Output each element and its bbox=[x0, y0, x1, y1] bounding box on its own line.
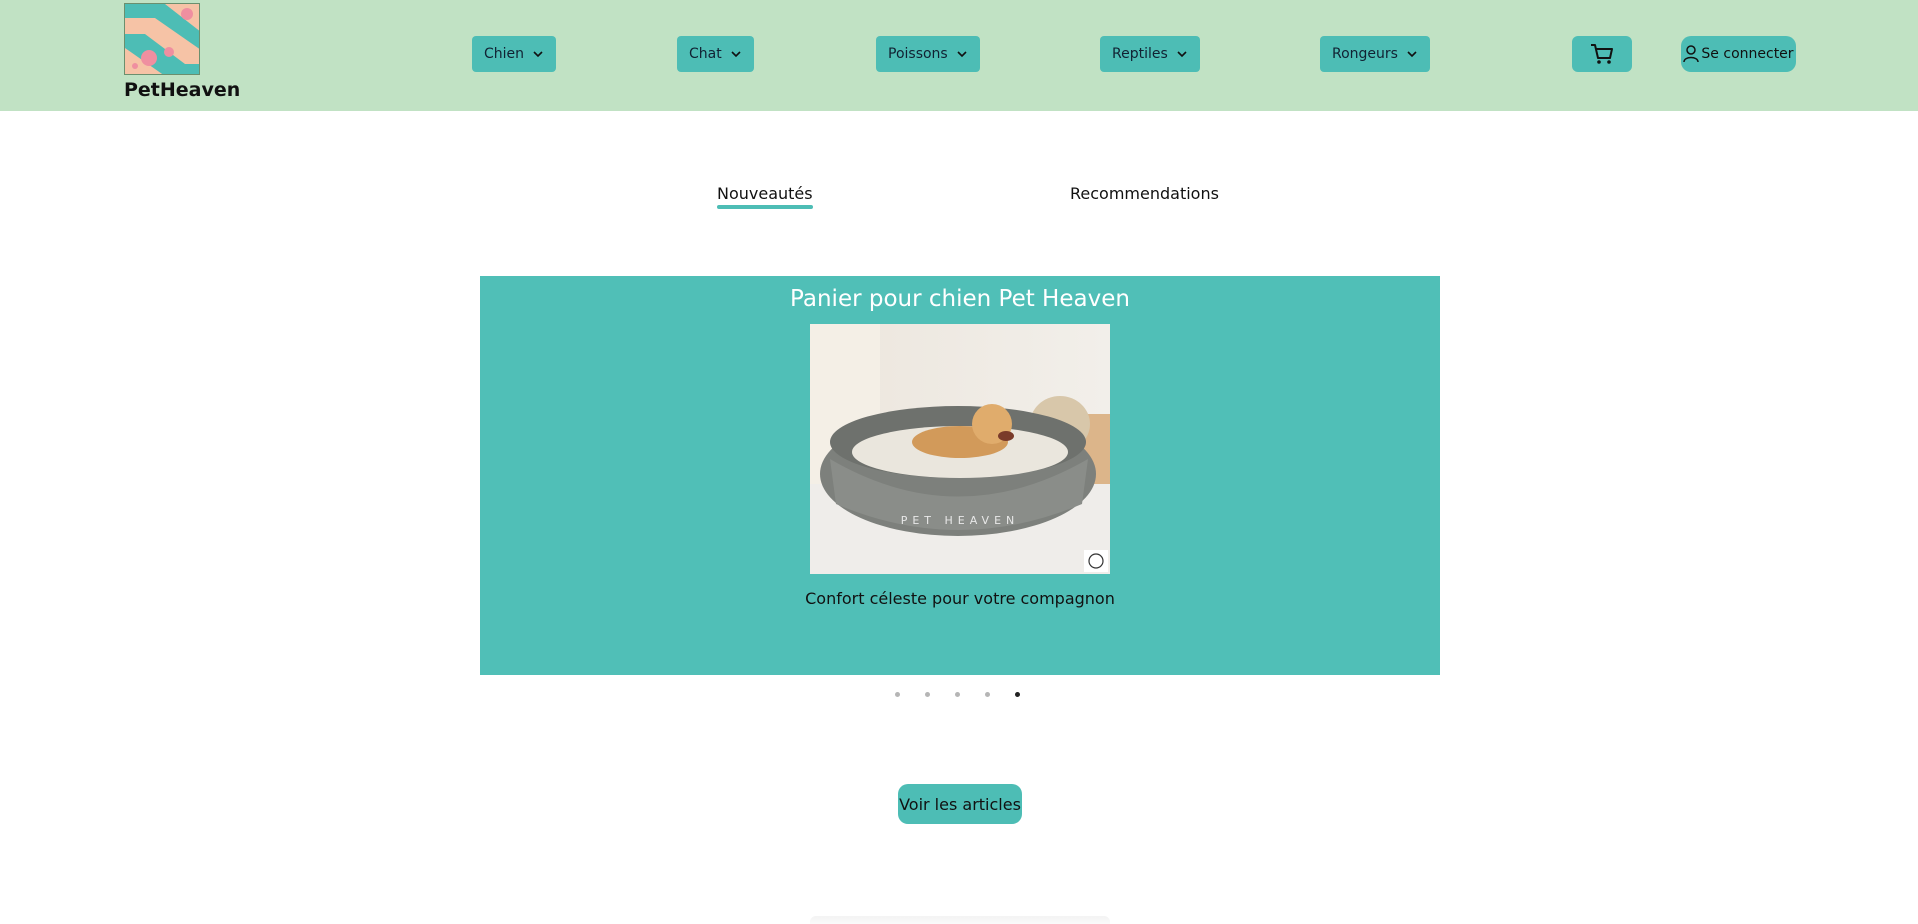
login-button[interactable]: Se connecter bbox=[1681, 36, 1796, 72]
logo-link[interactable]: PetHeaven bbox=[124, 3, 241, 101]
nav-label: Chat bbox=[689, 46, 722, 62]
tab-nouveautes[interactable]: Nouveautés bbox=[717, 184, 813, 209]
nav-label: Chien bbox=[484, 46, 525, 62]
active-tab-indicator bbox=[717, 205, 813, 209]
chevron-down-icon bbox=[731, 51, 741, 58]
next-section-edge bbox=[810, 916, 1110, 924]
nav-chien-dropdown[interactable]: Chien bbox=[472, 36, 557, 72]
brand-name: PetHeaven bbox=[124, 79, 241, 101]
nav-label: Rongeurs bbox=[1332, 46, 1398, 62]
logo-image bbox=[124, 3, 200, 75]
site-header: PetHeaven Chien Chat Poissons Reptiles R… bbox=[0, 0, 1918, 111]
chevron-down-icon bbox=[533, 51, 543, 58]
view-articles-button[interactable]: Voir les articles bbox=[898, 784, 1022, 824]
carousel-dot[interactable] bbox=[985, 692, 990, 697]
cart-icon bbox=[1591, 44, 1613, 64]
slide-caption: Confort céleste pour votre compagnon bbox=[805, 589, 1115, 608]
carousel-dot-active[interactable] bbox=[1015, 692, 1020, 697]
carousel-dot[interactable] bbox=[895, 692, 900, 697]
nav-rongeurs-dropdown[interactable]: Rongeurs bbox=[1320, 36, 1430, 72]
nav-chat-dropdown[interactable]: Chat bbox=[677, 36, 754, 72]
chevron-down-icon bbox=[1177, 51, 1187, 58]
nav-label: Reptiles bbox=[1112, 46, 1168, 62]
chevron-down-icon bbox=[1407, 51, 1417, 58]
carousel-indicators bbox=[895, 692, 1020, 697]
tab-label: Nouveautés bbox=[717, 184, 813, 203]
carousel-dot[interactable] bbox=[925, 692, 930, 697]
nav-poissons-dropdown[interactable]: Poissons bbox=[876, 36, 980, 72]
cart-button[interactable] bbox=[1572, 36, 1632, 72]
nav-label: Poissons bbox=[888, 46, 948, 62]
chevron-down-icon bbox=[957, 51, 967, 58]
tab-label: Recommendations bbox=[1070, 184, 1219, 203]
bed-print-text: PET HEAVEN bbox=[901, 514, 1020, 527]
tab-recommendations[interactable]: Recommendations bbox=[1070, 184, 1219, 203]
product-image[interactable]: PET HEAVEN bbox=[810, 324, 1110, 574]
carousel-dot[interactable] bbox=[955, 692, 960, 697]
nav-reptiles-dropdown[interactable]: Reptiles bbox=[1100, 36, 1200, 72]
login-label: Se connecter bbox=[1701, 46, 1794, 62]
user-icon bbox=[1683, 45, 1700, 63]
slide-title: Panier pour chien Pet Heaven bbox=[790, 286, 1130, 312]
product-carousel[interactable]: Panier pour chien Pet Heaven PET HEAVEN bbox=[480, 276, 1440, 675]
